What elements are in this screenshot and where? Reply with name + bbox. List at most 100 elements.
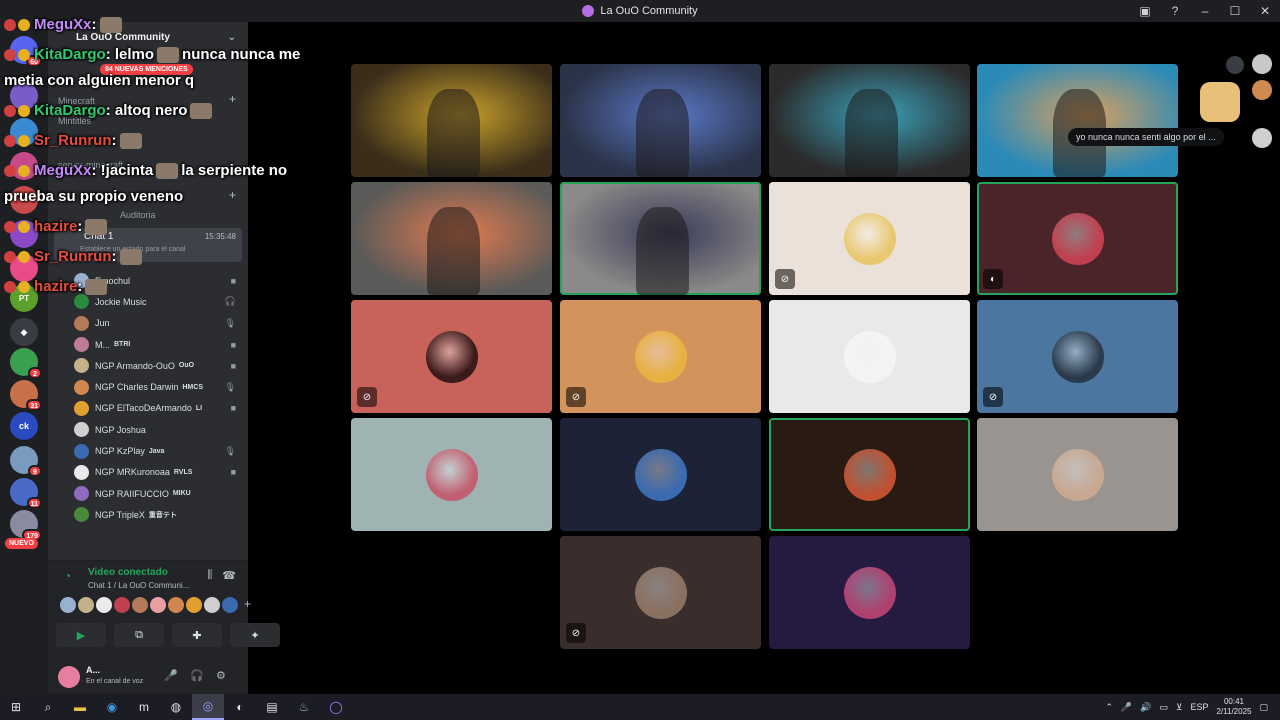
avatar[interactable]	[1252, 128, 1272, 148]
microphone-icon[interactable]: 🎤	[164, 669, 178, 682]
inbox-icon[interactable]: ▣	[1130, 0, 1160, 22]
avatar[interactable]	[74, 507, 89, 523]
gear-icon[interactable]: ⚙	[216, 669, 226, 682]
avatar[interactable]	[168, 597, 184, 613]
avatar[interactable]	[74, 400, 89, 416]
microphone-tray-icon[interactable]: 🎤	[1121, 702, 1132, 713]
video-tile-camera[interactable]	[560, 182, 761, 295]
avatar[interactable]	[74, 379, 89, 395]
minimize-button[interactable]: –	[1190, 0, 1220, 22]
server-icon-discover[interactable]: ◆	[10, 318, 38, 346]
channel-mintitles[interactable]: Mintitles	[58, 116, 91, 126]
avatar[interactable]	[222, 597, 238, 613]
voice-channel-status[interactable]: Establece un estado para el canal	[80, 246, 185, 253]
avatar[interactable]	[114, 597, 130, 613]
voice-status-subtitle[interactable]: Chat 1 / La OuO Communi...	[88, 581, 189, 590]
voice-member[interactable]: Jun 🎙	[74, 313, 244, 334]
voice-member[interactable]: NGP KzPlay Java 🎙	[74, 440, 244, 461]
add-channel-icon[interactable]: +	[229, 92, 236, 106]
server-icon-2[interactable]	[10, 118, 38, 146]
chevron-down-icon[interactable]: ⌄	[228, 32, 236, 43]
video-tile-avatar[interactable]: ⊘	[351, 300, 552, 413]
avatar[interactable]	[74, 315, 89, 331]
avatar[interactable]	[1252, 80, 1272, 100]
video-tile-camera[interactable]	[351, 182, 552, 295]
voice-member[interactable]: NGP Charles Darwin HMCS 🎙	[74, 376, 244, 397]
avatar[interactable]	[74, 294, 89, 310]
avatar[interactable]	[204, 597, 220, 613]
new-servers-badge[interactable]: NUEVO	[5, 538, 38, 549]
server-icon-ouo[interactable]	[10, 82, 38, 110]
video-tile-avatar[interactable]	[351, 418, 552, 531]
channel-server-minecraft[interactable]: server-minecraft	[58, 160, 123, 170]
server-icon-4[interactable]	[10, 186, 38, 214]
video-tile-avatar[interactable]: ⊘	[560, 536, 761, 649]
obs-icon[interactable]: ◐	[224, 694, 256, 720]
server-icon-8[interactable]: 31	[10, 380, 42, 411]
server-icon-3[interactable]	[10, 152, 38, 180]
avatar[interactable]	[74, 273, 89, 289]
camera-button[interactable]: ▶	[56, 623, 106, 647]
activities-button[interactable]: ✚	[172, 623, 222, 647]
avatar[interactable]	[96, 597, 112, 613]
video-tile-camera[interactable]	[560, 64, 761, 177]
notifications-icon[interactable]: ▢	[1259, 702, 1268, 713]
screen-share-button[interactable]: ⧉	[114, 623, 164, 647]
help-icon[interactable]: ?	[1160, 0, 1190, 22]
avatar[interactable]	[74, 443, 89, 459]
network-icon[interactable]: ▭	[1159, 702, 1168, 713]
voice-member[interactable]: NGP MRKuronoaa RVLS ■	[74, 462, 244, 483]
avatar[interactable]	[132, 597, 148, 613]
clock[interactable]: 00:41 2/11/2025	[1216, 697, 1251, 717]
avatar[interactable]	[74, 464, 89, 480]
app-icon[interactable]: m	[128, 694, 160, 720]
voice-channel-chat-1[interactable]: Chat 1 15:35:48 Establece un estado para…	[54, 228, 242, 262]
avatar[interactable]	[186, 597, 202, 613]
video-tile-avatar[interactable]: ⊘	[769, 182, 970, 295]
steam-icon[interactable]: ♨	[288, 694, 320, 720]
server-icon-5[interactable]	[10, 220, 38, 248]
video-tile-avatar[interactable]: ◐	[977, 182, 1178, 295]
avatar[interactable]	[1200, 82, 1240, 122]
avatar[interactable]	[74, 358, 89, 374]
video-tile-camera[interactable]	[769, 64, 970, 177]
avatar[interactable]	[60, 597, 76, 613]
file-explorer-icon[interactable]: ▬	[64, 694, 96, 720]
video-tile-camera[interactable]	[351, 64, 552, 177]
discord-taskbar-icon[interactable]: ◎	[192, 694, 224, 720]
new-mentions-pill[interactable]: 84 NUEVAS MENCIONES	[100, 64, 193, 75]
maximize-button[interactable]: ☐	[1220, 0, 1250, 22]
voice-member[interactable]: NGP Armando-OuO OuO ■	[74, 355, 244, 376]
search-icon[interactable]: ⌕	[32, 694, 64, 720]
usb-icon[interactable]: ⊻	[1176, 702, 1183, 713]
signal-icon[interactable]: ◔	[64, 569, 71, 583]
avatar[interactable]	[1252, 54, 1272, 74]
app-icon[interactable]: ▤	[256, 694, 288, 720]
user-avatar[interactable]	[58, 666, 80, 688]
server-icon-7[interactable]: 2	[10, 348, 42, 379]
server-icon-11[interactable]: 11	[10, 478, 42, 509]
disconnect-icon[interactable]: ☎	[222, 569, 236, 582]
server-icon-pt[interactable]: PT	[10, 284, 38, 312]
voice-member[interactable]: NGP RAIIFUCCIO MIKU	[74, 483, 244, 504]
server-header[interactable]: La OuO Community ⌄	[48, 22, 248, 52]
add-participant-icon[interactable]: +	[244, 597, 251, 613]
language-indicator[interactable]: ESP	[1190, 702, 1208, 712]
voice-member[interactable]: M... BTRI ■	[74, 334, 244, 355]
voice-member[interactable]: NGP ElTacoDeArmando LI ■	[74, 398, 244, 419]
user-name[interactable]: A...	[86, 665, 100, 675]
chat-bubble[interactable]: yo nunca nunca senti algo por el ...	[1068, 128, 1224, 146]
noise-suppression-icon[interactable]: ⫼	[207, 569, 212, 582]
close-button[interactable]: ✕	[1250, 0, 1280, 22]
chevron-up-icon[interactable]: ⌃	[1105, 702, 1113, 713]
avatar[interactable]	[74, 337, 89, 353]
server-icon-10[interactable]: 9	[10, 446, 42, 477]
voice-member[interactable]: NGP TripleX 重音テト	[74, 504, 244, 525]
voice-member[interactable]: Jockie Music 🎧	[74, 291, 244, 312]
edge-icon[interactable]: ◉	[96, 694, 128, 720]
voice-member[interactable]: NGP Joshua	[74, 419, 244, 440]
volume-icon[interactable]: 🔊	[1140, 702, 1151, 713]
video-tile-avatar[interactable]	[769, 300, 970, 413]
video-tile-avatar[interactable]	[769, 536, 970, 649]
windows-start-icon[interactable]: ⊞	[0, 694, 32, 720]
